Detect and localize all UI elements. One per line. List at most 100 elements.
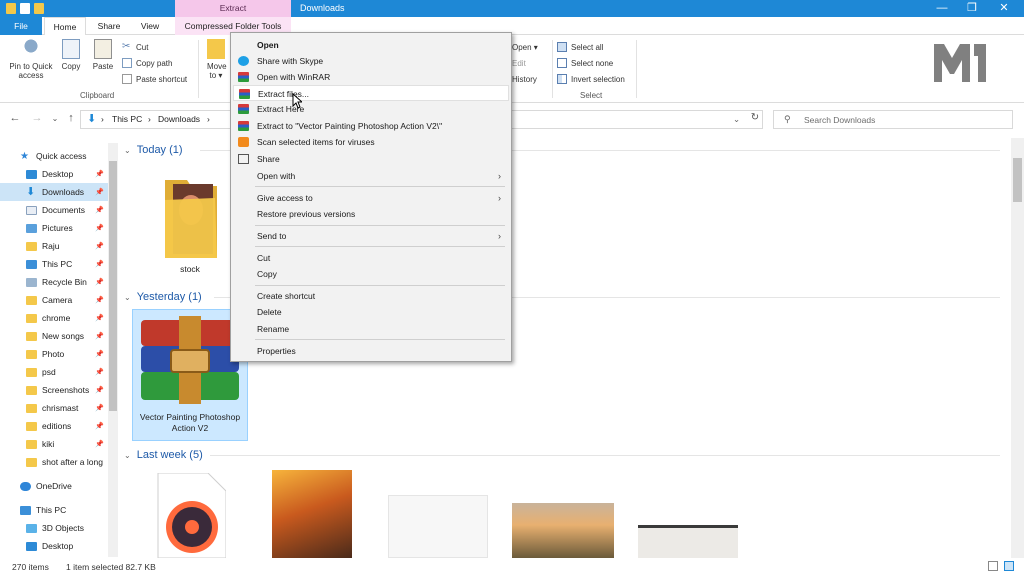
nav-folder-shot-after-a-long[interactable]: shot after a long (0, 453, 108, 471)
pin-icon[interactable]: 📌 (95, 188, 104, 196)
menu-item-send-to[interactable]: Send to › (233, 228, 509, 244)
pin-icon[interactable]: 📌 (95, 242, 104, 250)
nav-documents[interactable]: Documents 📌 (0, 201, 108, 219)
pin-icon[interactable]: 📌 (95, 206, 104, 214)
nav-recycle-bin[interactable]: Recycle Bin 📌 (0, 273, 108, 291)
pin-icon[interactable]: 📌 (95, 386, 104, 394)
tab-file[interactable]: File (0, 17, 42, 35)
details-view-icon[interactable] (988, 561, 998, 571)
menu-item-extract-to-folder[interactable]: Extract to "Vector Painting Photoshop Ac… (233, 118, 509, 134)
tab-home[interactable]: Home (44, 17, 86, 36)
close-button[interactable]: ✕ (988, 0, 1020, 17)
menu-item-copy[interactable]: Copy (233, 266, 509, 282)
tab-view[interactable]: View (132, 17, 168, 35)
nav-folder-camera[interactable]: Camera 📌 (0, 291, 108, 309)
menu-item-share[interactable]: Share (233, 151, 509, 167)
large-icons-view-icon[interactable] (1004, 561, 1014, 571)
nav-folder-chrismast[interactable]: chrismast 📌 (0, 399, 108, 417)
nav-quick-access[interactable]: ★ Quick access (0, 147, 108, 165)
nav-desktop[interactable]: Desktop 📌 (0, 165, 108, 183)
new-folder-icon[interactable] (34, 3, 44, 14)
nav-folder-photo[interactable]: Photo 📌 (0, 345, 108, 363)
nav-folder-chrome[interactable]: chrome 📌 (0, 309, 108, 327)
image-item-curtain[interactable] (388, 495, 488, 558)
group-header-today[interactable]: ⌄ Today (1) (124, 142, 183, 158)
group-header-last-week[interactable]: ⌄ Last week (5) (124, 447, 203, 463)
search-box[interactable]: ⚲ Search Downloads (773, 110, 1013, 129)
recent-chevron-icon[interactable]: ⌄ (48, 114, 62, 123)
cut-button[interactable]: ✂ Cut (122, 40, 148, 54)
pin-icon[interactable]: 📌 (95, 314, 104, 322)
nav-onedrive[interactable]: OneDrive (0, 477, 108, 495)
nav-3d-objects[interactable]: 3D Objects (0, 519, 108, 537)
pin-icon[interactable]: 📌 (95, 332, 104, 340)
forward-arrow-icon[interactable]: → (30, 112, 44, 124)
folder-item-stock[interactable]: stock (142, 170, 238, 284)
move-to-button[interactable]: Move to ▾ (203, 39, 229, 80)
content-scrollbar-thumb[interactable] (1013, 158, 1022, 202)
pin-to-quick-access-button[interactable]: Pin to Quick access (4, 39, 58, 80)
nav-downloads[interactable]: ⬇ Downloads 📌 (0, 183, 108, 201)
nav-folder-psd[interactable]: psd 📌 (0, 363, 108, 381)
nav-desktop-pc[interactable]: Desktop (0, 537, 108, 555)
image-item-sunset-field[interactable] (512, 503, 614, 558)
select-none-button[interactable]: Select none (557, 56, 613, 70)
nav-folder-kiki[interactable]: kiki 📌 (0, 435, 108, 453)
refresh-icon[interactable]: ↻ (748, 112, 762, 123)
group-header-yesterday[interactable]: ⌄ Yesterday (1) (124, 289, 202, 305)
menu-item-open-with-winrar[interactable]: Open with WinRAR (233, 69, 509, 85)
copy-button[interactable]: Copy (58, 39, 84, 71)
edit-button[interactable]: Edit (512, 56, 526, 70)
nav-pictures[interactable]: Pictures 📌 (0, 219, 108, 237)
pin-icon[interactable]: 📌 (95, 170, 104, 178)
nav-scrollbar[interactable] (108, 143, 118, 557)
nav-this-pc[interactable]: This PC (0, 501, 108, 519)
pin-icon[interactable]: 📌 (95, 278, 104, 286)
pin-icon[interactable]: 📌 (95, 422, 104, 430)
nav-folder-screenshots[interactable]: Screenshots 📌 (0, 381, 108, 399)
breadcrumb-this-pc[interactable]: This PC (112, 114, 142, 124)
image-item-golden-portrait[interactable] (272, 470, 352, 558)
menu-item-extract-here[interactable]: Extract Here (233, 101, 509, 117)
image-item-screenshot[interactable] (638, 525, 738, 558)
menu-item-create-shortcut[interactable]: Create shortcut (233, 288, 509, 304)
menu-item-scan-viruses[interactable]: Scan selected items for viruses (233, 134, 509, 150)
up-arrow-icon[interactable]: ↑ (64, 112, 78, 124)
menu-item-properties[interactable]: Properties (233, 343, 509, 359)
maximize-button[interactable]: ❐ (956, 0, 988, 17)
paste-button[interactable]: Paste (90, 39, 116, 71)
copy-path-button[interactable]: Copy path (122, 56, 172, 70)
file-item-audio[interactable] (154, 472, 227, 558)
content-scrollbar[interactable] (1011, 138, 1024, 558)
address-dropdown-chevron-icon[interactable]: ⌄ (733, 114, 740, 125)
breadcrumb-downloads[interactable]: Downloads (158, 114, 200, 124)
history-button[interactable]: History (512, 72, 537, 86)
pin-icon[interactable]: 📌 (95, 224, 104, 232)
open-button[interactable]: Open ▾ (512, 40, 538, 54)
tab-share[interactable]: Share (90, 17, 128, 35)
menu-item-delete[interactable]: Delete (233, 304, 509, 320)
minimize-button[interactable]: — (926, 0, 958, 17)
pin-icon[interactable]: 📌 (95, 260, 104, 268)
pin-icon[interactable]: 📌 (95, 404, 104, 412)
menu-item-open-with[interactable]: Open with › (233, 168, 509, 184)
nav-this-pc-pinned[interactable]: This PC 📌 (0, 255, 108, 273)
invert-selection-button[interactable]: Invert selection (557, 72, 625, 86)
select-all-button[interactable]: Select all (557, 40, 603, 54)
menu-item-share-with-skype[interactable]: Share with Skype (233, 53, 509, 69)
nav-scrollbar-thumb[interactable] (109, 161, 117, 411)
menu-item-extract-files[interactable]: Extract files... (233, 85, 509, 101)
menu-item-restore-versions[interactable]: Restore previous versions (233, 206, 509, 222)
nav-folder-new-songs[interactable]: New songs 📌 (0, 327, 108, 345)
back-arrow-icon[interactable]: ← (8, 112, 22, 124)
pin-icon[interactable]: 📌 (95, 368, 104, 376)
nav-folder-editions[interactable]: editions 📌 (0, 417, 108, 435)
menu-item-open[interactable]: Open (233, 37, 509, 53)
menu-item-rename[interactable]: Rename (233, 321, 509, 337)
menu-item-give-access[interactable]: Give access to › (233, 190, 509, 206)
nav-folder-raju[interactable]: Raju 📌 (0, 237, 108, 255)
pin-icon[interactable]: 📌 (95, 296, 104, 304)
properties-icon[interactable] (20, 3, 30, 14)
pin-icon[interactable]: 📌 (95, 350, 104, 358)
menu-item-cut[interactable]: Cut (233, 250, 509, 266)
